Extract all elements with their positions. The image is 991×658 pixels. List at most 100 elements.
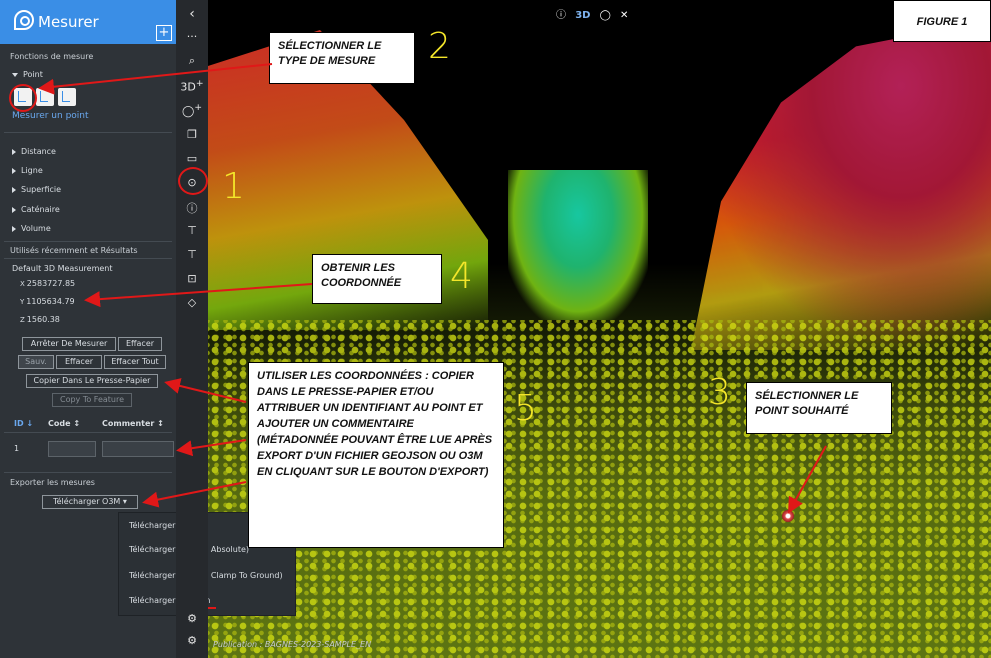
highlight-point-tool bbox=[9, 84, 37, 112]
annotation-use-coords: UTILISER LES COORDONNÉES : COPIER DANS L… bbox=[248, 362, 504, 548]
step-number-3: 3 bbox=[708, 372, 731, 413]
view-3d-label: 3D bbox=[180, 80, 196, 94]
z-label: Z bbox=[20, 316, 25, 324]
collapse-icon[interactable]: ‹ bbox=[176, 6, 208, 22]
close-icon[interactable]: ✕ bbox=[620, 10, 628, 21]
chevron-down-icon bbox=[12, 72, 18, 77]
x-label: X bbox=[20, 280, 25, 288]
z-value: 1560.38 bbox=[26, 315, 60, 324]
col-comment-label: Commenter bbox=[102, 419, 155, 428]
chevron-right-icon bbox=[12, 186, 16, 193]
camera-icon[interactable]: ⊡ bbox=[176, 272, 208, 285]
building-right bbox=[691, 20, 991, 350]
add-button[interactable]: + bbox=[156, 25, 172, 41]
plus-label: + bbox=[195, 78, 204, 89]
col-code: Code ↕ bbox=[48, 419, 80, 428]
point-label: Point bbox=[23, 70, 43, 79]
annotation-select-point: SÉLECTIONNER LE POINT SOUHAITÉ bbox=[746, 382, 892, 434]
divider bbox=[4, 472, 172, 473]
chevron-right-icon bbox=[12, 225, 16, 232]
panel-icon[interactable]: ▭ bbox=[176, 152, 208, 165]
logo-icon bbox=[14, 10, 34, 30]
copy-to-feature-button[interactable]: Copy To Feature bbox=[52, 393, 132, 407]
chevron-right-icon bbox=[12, 167, 16, 174]
functions-header: Fonctions de mesure bbox=[10, 52, 94, 61]
clear-button[interactable]: Effacer bbox=[118, 337, 162, 351]
divider bbox=[4, 258, 172, 259]
download-label: Télécharger O3M bbox=[53, 497, 121, 506]
comment-input[interactable] bbox=[102, 441, 174, 457]
pin-outline-icon[interactable]: ⊤ bbox=[176, 248, 208, 261]
caret-down-icon: ▾ bbox=[122, 497, 127, 506]
sort-icon[interactable]: ↕ bbox=[157, 419, 164, 428]
type-label: Volume bbox=[21, 224, 51, 233]
pin-icon[interactable]: ⊤ bbox=[176, 224, 208, 237]
chevron-right-icon bbox=[12, 148, 16, 155]
type-distance[interactable]: Distance bbox=[12, 147, 56, 156]
selected-point-marker[interactable] bbox=[782, 510, 794, 522]
chevron-right-icon bbox=[12, 206, 16, 213]
copy-clipboard-button[interactable]: Copier Dans Le Presse-Papier bbox=[26, 374, 158, 388]
clear-all-button[interactable]: Effacer Tout bbox=[104, 355, 166, 369]
col-id: ID ↓ bbox=[14, 419, 33, 428]
download-button[interactable]: Télécharger O3M ▾ bbox=[42, 495, 138, 509]
sort-icon[interactable]: ↓ bbox=[26, 419, 33, 428]
viewer-top-controls[interactable]: ⓘ 3D ◯ ✕ bbox=[556, 6, 628, 21]
publication-label: Publication : BAGNES-2023-SAMPLE_EN bbox=[213, 640, 372, 649]
col-code-label: Code bbox=[48, 419, 71, 428]
clear-button-2[interactable]: Effacer bbox=[56, 355, 102, 369]
annotation-select-type: SÉLECTIONNER LE TYPE DE MESURE bbox=[269, 32, 415, 84]
highlight-measure-tool bbox=[178, 167, 208, 195]
bookmark-icon[interactable]: ◇ bbox=[176, 296, 208, 309]
view-mode-3d[interactable]: 3D bbox=[575, 10, 590, 21]
step-number-5: 5 bbox=[514, 388, 537, 429]
save-button[interactable]: Sauv. bbox=[18, 355, 54, 369]
type-volume[interactable]: Volume bbox=[12, 224, 51, 233]
recent-header: Utilisés récemment et Résultats bbox=[10, 246, 138, 255]
annotation-get-coords: OBTENIR LES COORDONNÉE bbox=[312, 254, 442, 304]
view-3d-button[interactable]: 3D+ bbox=[176, 78, 208, 94]
divider bbox=[4, 132, 172, 133]
step-number-2: 2 bbox=[428, 26, 451, 67]
type-label: Superficie bbox=[21, 185, 62, 194]
more-icon[interactable]: ··· bbox=[176, 30, 208, 43]
type-ligne[interactable]: Ligne bbox=[12, 166, 43, 175]
y-coordinate: Y 1105634.79 bbox=[20, 297, 75, 306]
x-value: 2583727.85 bbox=[26, 279, 76, 288]
step-number-1: 1 bbox=[222, 166, 245, 207]
divider bbox=[4, 432, 172, 433]
measurement-name: Default 3D Measurement bbox=[12, 264, 113, 273]
col-comment: Commenter ↕ bbox=[102, 419, 164, 428]
tree-center bbox=[508, 170, 648, 320]
col-id-label: ID bbox=[14, 419, 24, 428]
point-toggle[interactable]: Point bbox=[12, 70, 43, 79]
circle-add-icon[interactable]: ◯+ bbox=[176, 102, 208, 118]
plugin-icon[interactable]: ⚙ bbox=[176, 612, 208, 625]
angle-tool-icon[interactable] bbox=[58, 88, 76, 106]
gear-icon[interactable]: ⚙ bbox=[176, 634, 208, 647]
info-icon[interactable]: ⓘ bbox=[556, 10, 566, 21]
sort-icon[interactable]: ↕ bbox=[73, 419, 80, 428]
step-number-4: 4 bbox=[450, 256, 473, 297]
divider bbox=[4, 241, 172, 242]
measure-point-link[interactable]: Mesurer un point bbox=[12, 111, 89, 121]
z-coordinate: Z 1560.38 bbox=[20, 315, 60, 324]
figure-label: FIGURE 1 bbox=[893, 0, 991, 42]
type-label: Distance bbox=[21, 147, 56, 156]
type-catenaire[interactable]: Caténaire bbox=[12, 205, 60, 214]
layers-icon[interactable]: ❐ bbox=[176, 128, 208, 141]
x-coordinate: X 2583727.85 bbox=[20, 279, 75, 288]
stop-measuring-button[interactable]: Arrêter De Mesurer bbox=[22, 337, 116, 351]
y-value: 1105634.79 bbox=[26, 297, 75, 306]
info-icon[interactable]: ⓘ bbox=[176, 200, 208, 216]
y-label: Y bbox=[20, 298, 25, 306]
point-cloud-viewer[interactable] bbox=[208, 0, 991, 658]
export-header: Exporter les mesures bbox=[10, 478, 95, 487]
code-input[interactable] bbox=[48, 441, 96, 457]
page-title: Mesurer bbox=[38, 13, 99, 31]
search-icon[interactable]: ⌕ bbox=[176, 54, 208, 68]
circle-icon[interactable]: ◯ bbox=[600, 10, 611, 21]
height-tool-icon[interactable] bbox=[36, 88, 54, 106]
type-label: Caténaire bbox=[21, 205, 60, 214]
type-superficie[interactable]: Superficie bbox=[12, 185, 61, 194]
